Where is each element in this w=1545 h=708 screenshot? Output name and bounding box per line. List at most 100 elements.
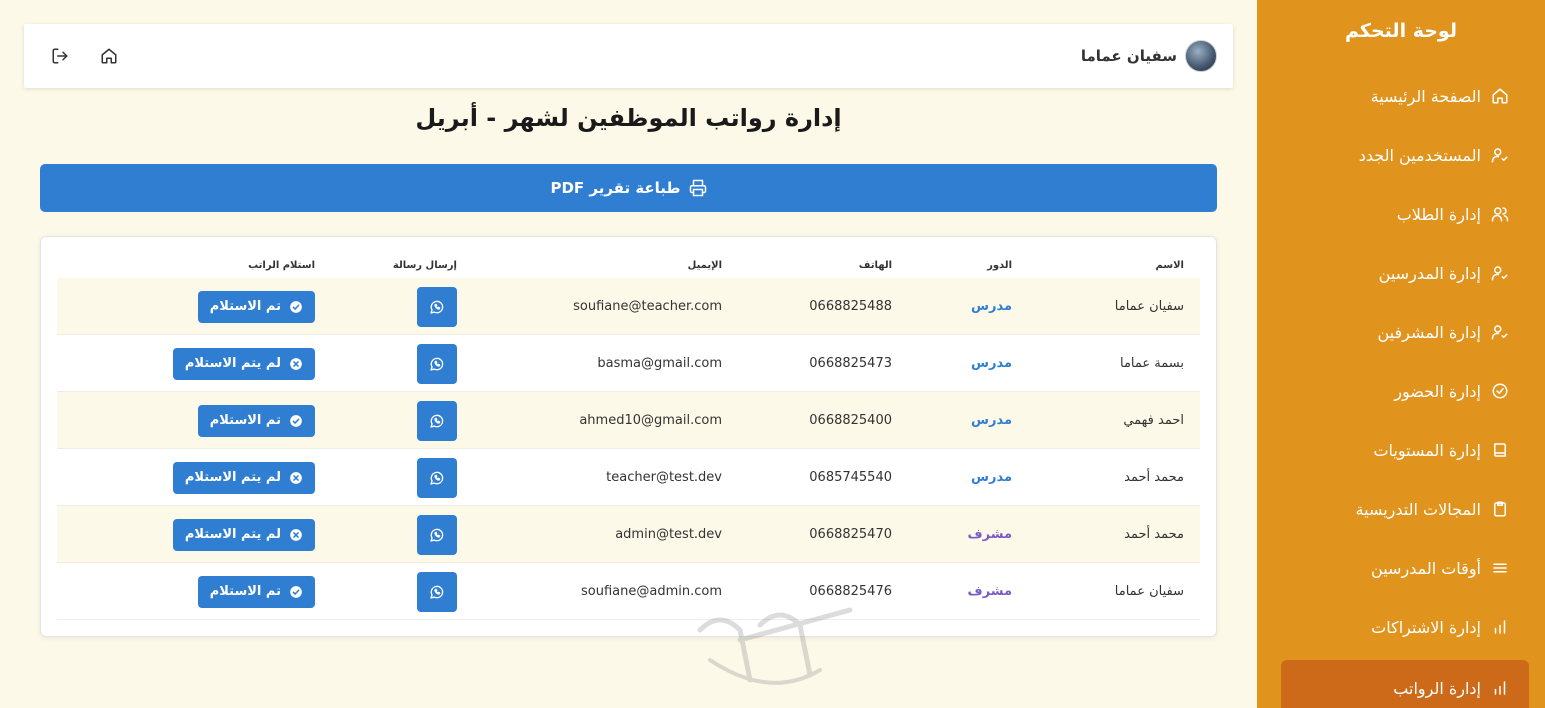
- header-phone: الهاتف: [858, 260, 892, 271]
- home-icon[interactable]: [100, 47, 118, 65]
- users-icon: [1491, 207, 1509, 222]
- sidebar-item-label: إدارة الاشتراكات: [1371, 617, 1481, 637]
- sidebar-item-label: إدارة الحضور: [1394, 381, 1481, 401]
- menu-icon: [1493, 563, 1507, 573]
- not-received-button[interactable]: لم يتم الاستلام: [172, 347, 315, 380]
- status-label: تم الاستلام: [209, 413, 281, 428]
- printer-icon: [689, 179, 706, 197]
- table-row: سفيان عماما مشرف 0668825476 soufiane@admin.…: [57, 563, 1200, 620]
- sidebar-item-label: إدارة الطلاب: [1396, 204, 1481, 224]
- sidebar-item-7[interactable]: إدارة المستويات: [1281, 427, 1529, 473]
- check-circle-icon: [1492, 383, 1508, 399]
- whatsapp-icon: [430, 357, 444, 371]
- whatsapp-button[interactable]: [417, 457, 457, 498]
- status-label: تم الاستلام: [209, 584, 281, 599]
- avatar[interactable]: [1185, 40, 1217, 72]
- sidebar-item-4[interactable]: إدارة المدرسين: [1281, 250, 1529, 296]
- cell-send-message: [417, 278, 457, 335]
- x-circle-icon: [290, 471, 302, 484]
- check-circle-icon: [290, 414, 302, 427]
- whatsapp-icon: [430, 300, 444, 314]
- status-label: لم يتم الاستلام: [184, 356, 281, 371]
- cell-receive-salary: لم يتم الاستلام: [172, 506, 315, 563]
- header-name: الاسم: [1155, 260, 1184, 271]
- cell-send-message: [417, 563, 457, 620]
- cell-role: مشرف: [967, 527, 1012, 542]
- not-received-button[interactable]: لم يتم الاستلام: [172, 518, 315, 551]
- cell-phone: 0668825470: [809, 527, 892, 542]
- sidebar-item-label: إدارة المدرسين: [1378, 263, 1481, 283]
- user-name: سفيان عماما: [1080, 47, 1177, 65]
- cell-email: basma@gmail.com: [597, 356, 722, 371]
- table-header: الاسم الدور الهاتف الإيميل إرسال رسالة ا…: [57, 255, 1200, 279]
- sidebar-item-3[interactable]: إدارة الطلاب: [1281, 191, 1529, 237]
- print-pdf-label: طباعة تقرير PDF: [550, 179, 681, 197]
- whatsapp-icon: [430, 528, 444, 542]
- table-row: احمد فهمي مدرس 0668825400 ahmed10@gmail.com…: [57, 392, 1200, 449]
- bar-chart-icon: [1494, 620, 1506, 634]
- user-profile[interactable]: سفيان عماما: [1081, 40, 1217, 72]
- cell-receive-salary: تم الاستلام: [197, 278, 315, 335]
- page-title: إدارة رواتب الموظفين لشهر - أبريل: [415, 104, 842, 132]
- cell-receive-salary: لم يتم الاستلام: [172, 335, 315, 392]
- cell-role: مدرس: [971, 470, 1012, 485]
- watermark-logo: [697, 607, 853, 685]
- topbar: سفيان عماما: [24, 24, 1233, 88]
- not-received-button[interactable]: لم يتم الاستلام: [172, 461, 315, 494]
- whatsapp-button[interactable]: [417, 400, 457, 441]
- sidebar-item-label: إدارة الرواتب: [1393, 678, 1481, 698]
- cell-name: محمد أحمد: [1124, 527, 1184, 542]
- clipboard-icon: [1494, 501, 1506, 517]
- received-button[interactable]: تم الاستلام: [197, 404, 315, 437]
- bar-chart-icon: [1494, 681, 1506, 695]
- user-check-icon: [1491, 325, 1508, 340]
- x-circle-icon: [290, 357, 302, 370]
- table-row: سفيان عماما مدرس 0668825488 soufiane@teache…: [57, 278, 1200, 335]
- status-label: تم الاستلام: [209, 299, 281, 314]
- whatsapp-button[interactable]: [417, 571, 457, 612]
- cell-email: admin@test.dev: [615, 527, 722, 542]
- cell-role: مدرس: [971, 356, 1012, 371]
- cell-name: سفيان عماما: [1114, 299, 1184, 314]
- cell-role: مدرس: [971, 413, 1012, 428]
- whatsapp-button[interactable]: [417, 514, 457, 555]
- sidebar-title: لوحة التحكم: [1345, 20, 1457, 42]
- status-label: لم يتم الاستلام: [184, 470, 281, 485]
- whatsapp-button[interactable]: [417, 286, 457, 327]
- cell-send-message: [417, 392, 457, 449]
- cell-name: احمد فهمي: [1123, 413, 1184, 428]
- sidebar-item-11[interactable]: إدارة الرواتب: [1281, 660, 1529, 708]
- cell-name: سفيان عماما: [1114, 584, 1184, 599]
- cell-send-message: [417, 449, 457, 506]
- sidebar-item-label: المستخدمين الجدد: [1358, 145, 1481, 165]
- cell-email: soufiane@teacher.com: [573, 299, 722, 314]
- cell-phone: 0685745540: [809, 470, 892, 485]
- header-role: الدور: [987, 260, 1012, 271]
- sidebar-item-5[interactable]: إدارة المشرفين: [1281, 309, 1529, 355]
- table-row: محمد أحمد مدرس 0685745540 teacher@test.dev ل…: [57, 449, 1200, 506]
- sidebar-item-8[interactable]: المجالات التدريسية: [1281, 486, 1529, 532]
- sidebar-item-9[interactable]: أوقات المدرسين: [1281, 545, 1529, 591]
- header-send-message: إرسال رسالة: [392, 260, 457, 271]
- whatsapp-icon: [430, 414, 444, 428]
- received-button[interactable]: تم الاستلام: [197, 290, 315, 323]
- check-circle-icon: [290, 585, 302, 598]
- cell-role: مدرس: [971, 299, 1012, 314]
- salaries-table: الاسم الدور الهاتف الإيميل إرسال رسالة ا…: [40, 236, 1217, 637]
- sidebar-item-label: إدارة المستويات: [1373, 440, 1481, 460]
- print-pdf-button[interactable]: طباعة تقرير PDF: [40, 164, 1217, 212]
- sidebar-item-6[interactable]: إدارة الحضور: [1281, 368, 1529, 414]
- sidebar-item-1[interactable]: الصفحة الرئيسية: [1281, 73, 1529, 119]
- book-icon: [1494, 443, 1506, 457]
- table-row: بسمة عماما مدرس 0668825473 basma@gmail.com ل…: [57, 335, 1200, 392]
- received-button[interactable]: تم الاستلام: [197, 575, 315, 608]
- cell-receive-salary: لم يتم الاستلام: [172, 449, 315, 506]
- sidebar: لوحة التحكم الصفحة الرئيسية المستخدمين ال…: [1257, 0, 1545, 708]
- sidebar-item-label: الصفحة الرئيسية: [1370, 86, 1481, 106]
- sidebar-item-10[interactable]: إدارة الاشتراكات: [1281, 604, 1529, 650]
- sidebar-item-label: إدارة المشرفين: [1377, 322, 1481, 342]
- logout-icon[interactable]: [51, 47, 69, 65]
- user-check-icon: [1491, 148, 1508, 163]
- sidebar-item-2[interactable]: المستخدمين الجدد: [1281, 132, 1529, 178]
- whatsapp-button[interactable]: [417, 343, 457, 384]
